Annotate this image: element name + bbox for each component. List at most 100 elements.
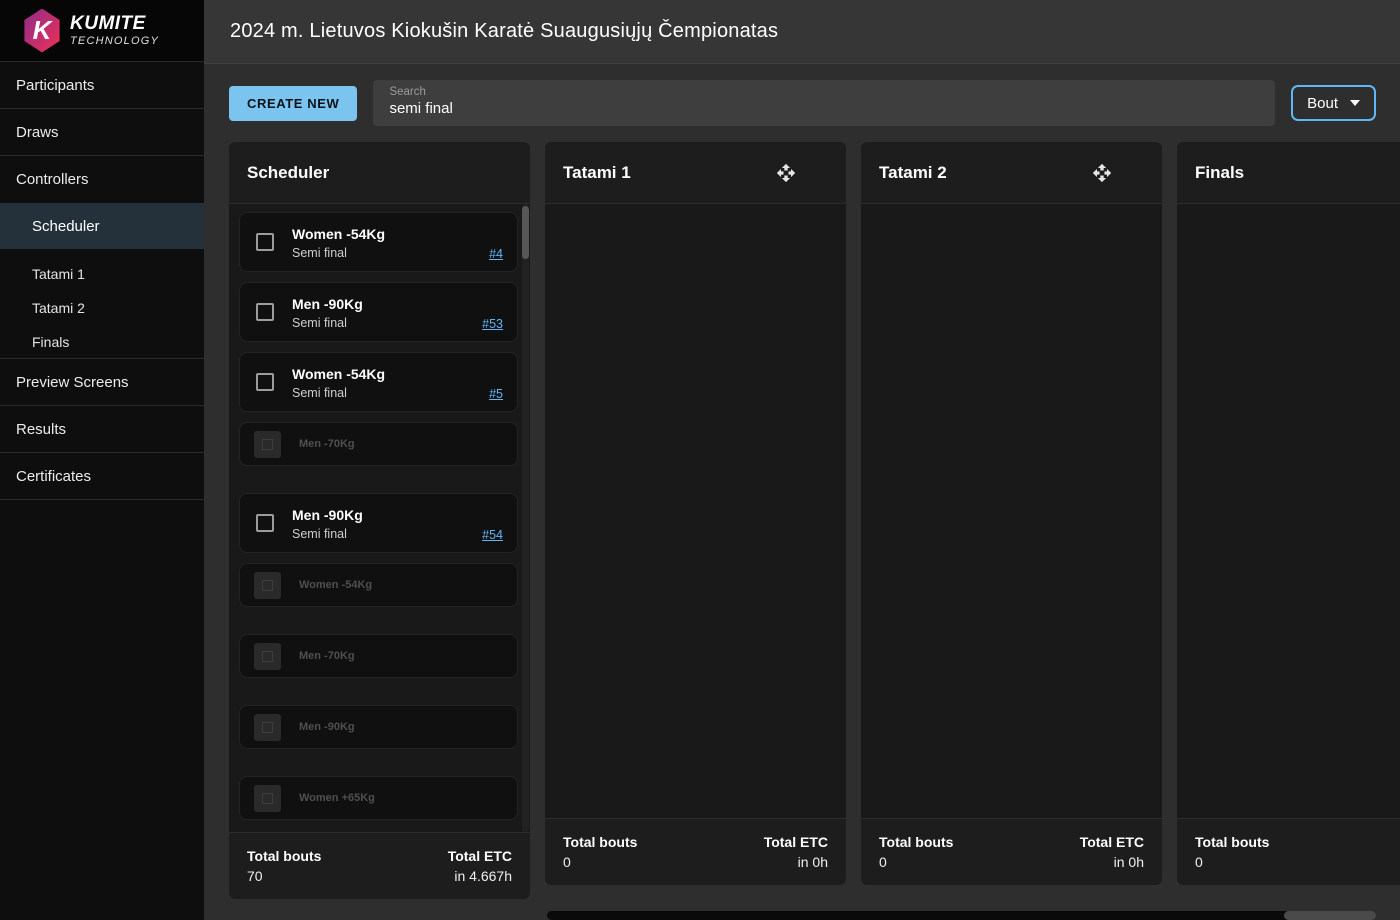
bout-card-disabled: Men -70Kg — [239, 422, 518, 466]
sidebar-item-draws[interactable]: Draws — [0, 109, 204, 156]
brand-subtitle: TECHNOLOGY — [70, 35, 160, 47]
bout-card-disabled: Men -70Kg — [239, 634, 518, 678]
bout-card-subtitle: Semi final — [292, 386, 347, 400]
finals-header: Finals — [1177, 142, 1400, 204]
tatami-1-column: Tatami 1 Total bouts 0 Total ETC in 0h — [545, 142, 846, 885]
tatami-1-header: Tatami 1 — [545, 142, 846, 204]
bout-card-title: Women -54Kg — [292, 226, 386, 242]
sidebar-item-controllers[interactable]: Controllers — [0, 156, 204, 203]
total-bouts-label: Total bouts — [247, 848, 322, 864]
bout-card-title: Men -70Kg — [299, 438, 355, 450]
bout-dropdown-label: Bout — [1307, 94, 1338, 112]
scheduler-column-header: Scheduler — [229, 142, 530, 204]
bout-number-link[interactable]: #5 — [489, 387, 503, 401]
scheduler-card-list[interactable]: Women -54Kg Semi final #4 Men -90Kg Semi… — [229, 204, 530, 832]
move-icon[interactable] — [1088, 159, 1116, 187]
topbar: 2024 m. Lietuvos Kiokušin Karatė Suaugus… — [204, 0, 1400, 64]
total-bouts-value: 0 — [563, 854, 571, 870]
total-etc-label: Total ETC — [763, 834, 828, 850]
page-title: 2024 m. Lietuvos Kiokušin Karatė Suaugus… — [230, 20, 779, 42]
bout-card-disabled: Women +65Kg — [239, 776, 518, 820]
total-bouts-value: 70 — [247, 868, 263, 884]
brand-hexagon-icon: K — [24, 8, 60, 53]
total-bouts-value: 0 — [1195, 854, 1203, 870]
bout-card[interactable]: Women -54Kg Semi final #5 — [239, 352, 518, 412]
move-icon[interactable] — [772, 159, 800, 187]
tatami-1-dropzone[interactable] — [545, 204, 846, 818]
sidebar-item-tatami-2[interactable]: Tatami 2 — [0, 291, 204, 325]
scheduler-column-title: Scheduler — [247, 162, 330, 182]
checkbox-placeholder-icon — [254, 571, 281, 599]
toolbar: CREATE NEW Search semi final Bout — [204, 64, 1400, 142]
finals-column: Finals Total bouts 0 — [1177, 142, 1400, 885]
tatami-1-footer: Total bouts 0 Total ETC in 0h — [545, 818, 846, 885]
total-etc-value: in 0h — [1113, 854, 1144, 870]
main-area: 2024 m. Lietuvos Kiokušin Karatė Suaugus… — [204, 0, 1400, 920]
finals-title: Finals — [1195, 162, 1245, 182]
sidebar-item-tatami-1[interactable]: Tatami 1 — [0, 257, 204, 291]
scheduler-footer: Total bouts 70 Total ETC in 4.667h — [229, 832, 530, 899]
finals-footer: Total bouts 0 — [1177, 818, 1400, 885]
sidebar-item-participants[interactable]: Participants — [0, 62, 204, 109]
sidebar-item-finals[interactable]: Finals — [0, 325, 204, 359]
bout-checkbox[interactable] — [256, 373, 274, 391]
tatami-2-title: Tatami 2 — [879, 162, 947, 182]
bout-card[interactable]: Men -90Kg Semi final #54 — [239, 493, 518, 553]
checkbox-placeholder-icon — [254, 713, 281, 741]
bout-checkbox[interactable] — [256, 303, 274, 321]
bout-card-disabled: Women -54Kg — [239, 563, 518, 607]
horizontal-scrollbar-track[interactable] — [547, 911, 1376, 920]
sidebar-item-certificates[interactable]: Certificates — [0, 453, 204, 500]
bout-number-link[interactable]: #53 — [482, 317, 503, 331]
vertical-scrollbar-thumb[interactable] — [522, 206, 529, 259]
scheduler-column: Scheduler Women -54Kg Semi final #4 Men … — [229, 142, 530, 899]
app-root: K KUMITE TECHNOLOGY Participants Draws C… — [0, 0, 1400, 920]
bout-card-title: Men -90Kg — [299, 721, 355, 733]
total-etc-value: in 0h — [797, 854, 828, 870]
search-input[interactable]: Search semi final — [373, 80, 1276, 126]
boards-container: Scheduler Women -54Kg Semi final #4 Men … — [204, 142, 1400, 899]
brand-name: KUMITE — [70, 13, 146, 34]
bout-card-title: Women -54Kg — [292, 366, 386, 382]
checkbox-placeholder-icon — [254, 430, 281, 458]
bout-card-title: Women -54Kg — [299, 579, 373, 591]
search-input-label: Search — [389, 86, 426, 98]
checkbox-placeholder-icon — [254, 784, 281, 812]
bout-card-disabled: Men -90Kg — [239, 705, 518, 749]
bout-checkbox[interactable] — [256, 233, 274, 251]
logo[interactable]: K KUMITE TECHNOLOGY — [0, 0, 204, 62]
tatami-2-footer: Total bouts 0 Total ETC in 0h — [861, 818, 1162, 885]
total-etc-label: Total ETC — [1079, 834, 1144, 850]
tatami-2-header: Tatami 2 — [861, 142, 1162, 204]
bout-card-title: Women +65Kg — [299, 792, 375, 804]
bout-number-link[interactable]: #4 — [489, 247, 503, 261]
total-bouts-label: Total bouts — [879, 834, 954, 850]
tatami-2-dropzone[interactable] — [861, 204, 1162, 818]
sidebar-item-results[interactable]: Results — [0, 406, 204, 453]
brand-text: KUMITE TECHNOLOGY — [70, 14, 159, 47]
bout-card-title: Men -70Kg — [299, 650, 355, 662]
total-bouts-label: Total bouts — [563, 834, 638, 850]
bout-number-link[interactable]: #54 — [482, 528, 503, 542]
sidebar-item-preview-screens[interactable]: Preview Screens — [0, 359, 204, 406]
horizontal-scrollbar-thumb[interactable] — [1284, 911, 1376, 920]
tatami-1-title: Tatami 1 — [563, 162, 631, 182]
search-input-value: semi final — [389, 100, 453, 117]
bout-card-title: Men -90Kg — [292, 296, 363, 312]
bout-checkbox[interactable] — [256, 514, 274, 532]
checkbox-placeholder-icon — [254, 642, 281, 670]
create-new-button[interactable]: CREATE NEW — [229, 85, 358, 121]
bout-card[interactable]: Women -54Kg Semi final #4 — [239, 212, 518, 272]
sidebar: K KUMITE TECHNOLOGY Participants Draws C… — [0, 0, 204, 920]
bout-card-subtitle: Semi final — [292, 246, 347, 260]
more-options-icon[interactable] — [800, 159, 828, 187]
vertical-scrollbar-track[interactable] — [522, 204, 529, 832]
finals-dropzone[interactable] — [1177, 204, 1400, 818]
total-etc-value: in 4.667h — [454, 868, 512, 884]
sidebar-item-scheduler[interactable]: Scheduler — [0, 203, 204, 249]
bout-dropdown[interactable]: Bout — [1291, 85, 1376, 121]
tatami-2-column: Tatami 2 Total bouts 0 Total ETC in 0h — [861, 142, 1162, 885]
brand-letter: K — [32, 15, 52, 45]
bout-card[interactable]: Men -90Kg Semi final #53 — [239, 282, 518, 342]
more-options-icon[interactable] — [1116, 159, 1144, 187]
